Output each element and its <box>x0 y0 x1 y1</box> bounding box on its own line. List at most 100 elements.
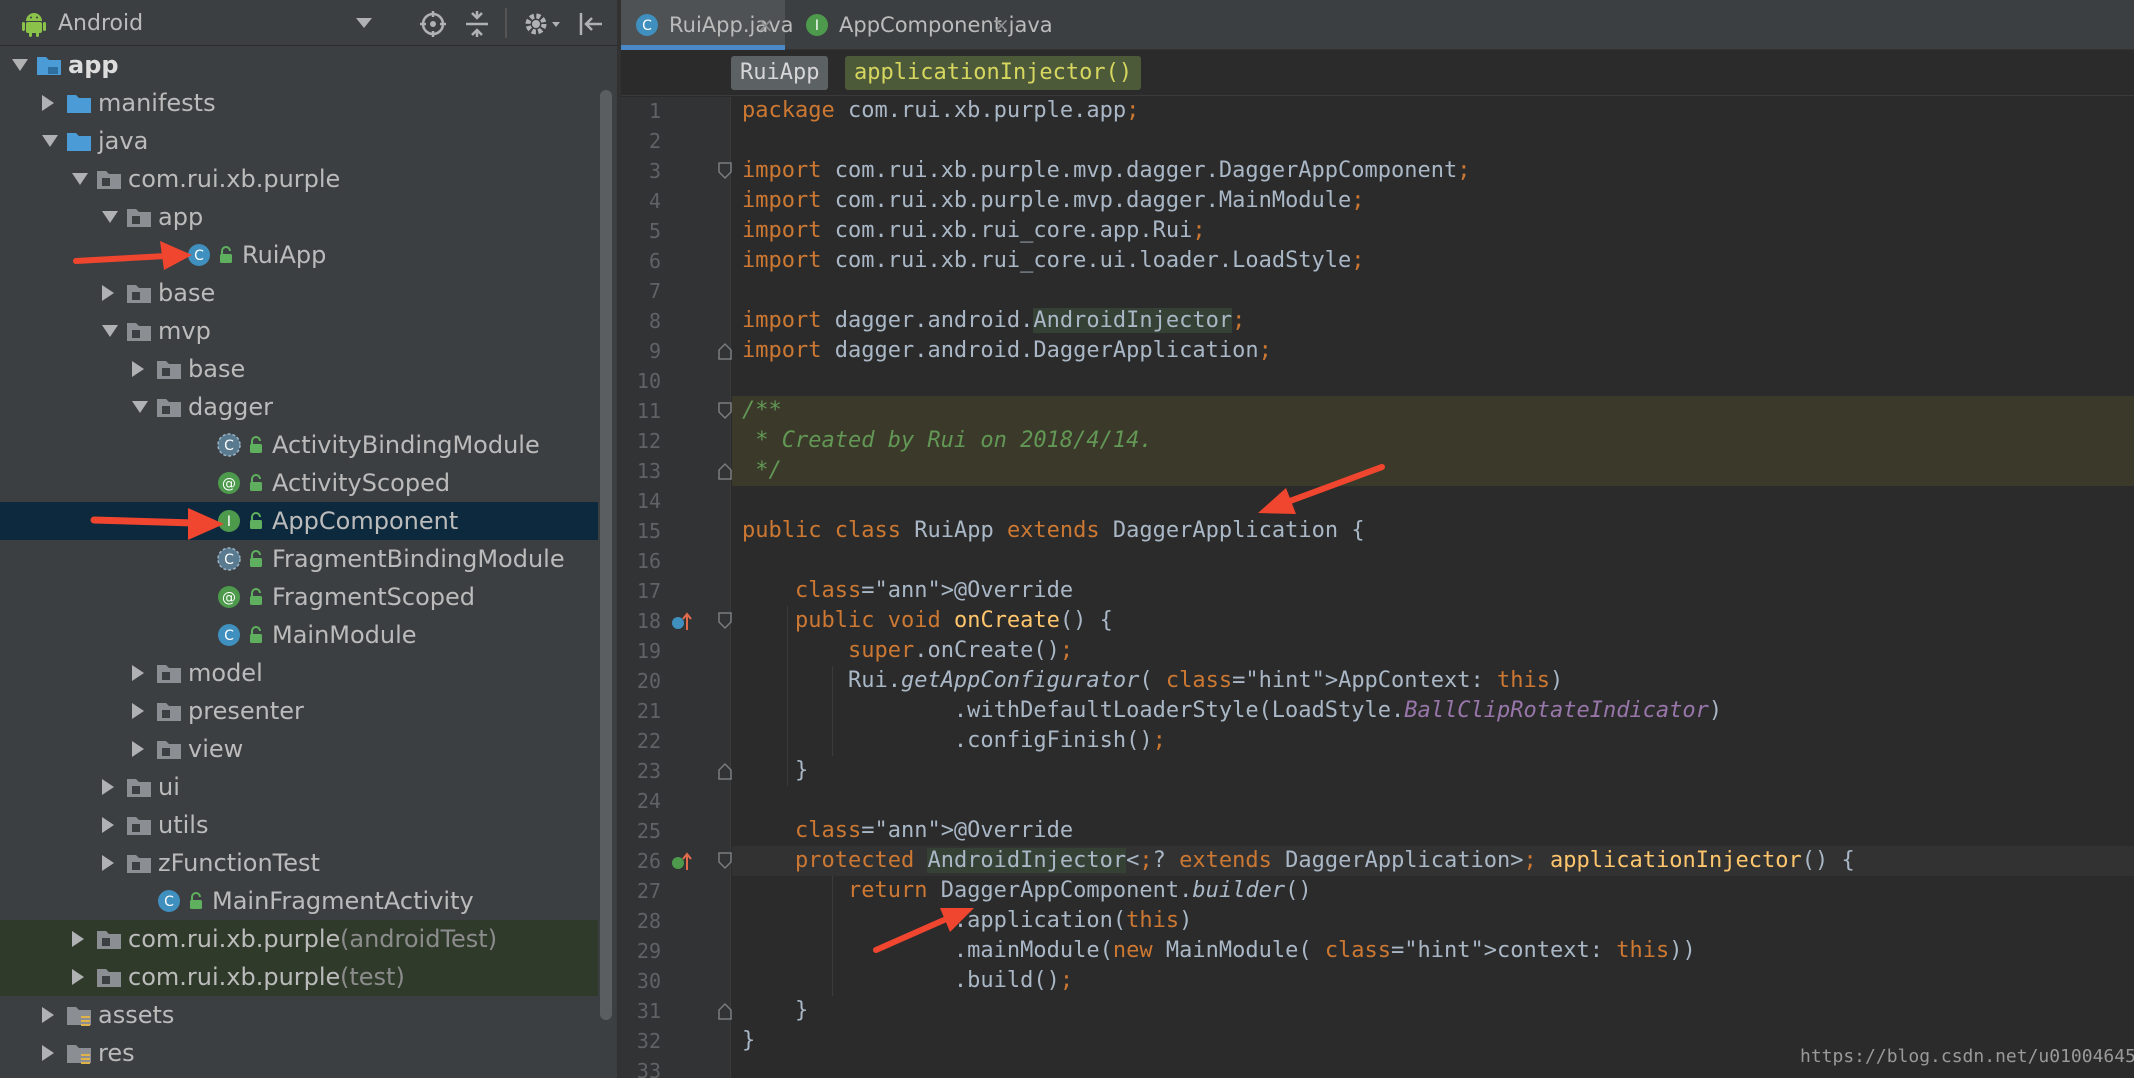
code-line[interactable]: .withDefaultLoaderStyle(LoadStyle.BallCl… <box>732 696 2134 726</box>
tree-item[interactable]: presenter <box>0 692 598 730</box>
code-line[interactable]: import dagger.android.AndroidInjector; <box>732 306 2134 336</box>
tree-item[interactable]: @ FragmentScoped <box>0 578 598 616</box>
code-line[interactable] <box>732 786 2134 816</box>
fold-icon[interactable] <box>717 162 733 180</box>
editor-tab[interactable]: I AppComponent.java × <box>791 0 1053 50</box>
tree-item[interactable]: model <box>0 654 598 692</box>
tree-item[interactable]: java <box>0 122 598 160</box>
code-line[interactable]: import com.rui.xb.purple.mvp.dagger.Main… <box>732 186 2134 216</box>
chevron-right-icon[interactable] <box>72 969 84 985</box>
tree-item[interactable]: utils <box>0 806 598 844</box>
chevron-right-icon[interactable] <box>42 95 54 111</box>
chevron-right-icon[interactable] <box>72 931 84 947</box>
code-line[interactable] <box>732 546 2134 576</box>
code-line[interactable]: * Created by Rui on 2018/4/14. <box>732 426 2134 456</box>
code-line[interactable]: */ <box>732 456 2134 486</box>
fold-icon[interactable] <box>717 1002 733 1020</box>
tree-item[interactable]: app <box>0 46 598 84</box>
code-line[interactable] <box>732 486 2134 516</box>
code-line[interactable]: } <box>732 756 2134 786</box>
tree-item[interactable]: C MainModule <box>0 616 598 654</box>
close-icon[interactable]: × <box>757 0 774 50</box>
chevron-right-icon[interactable] <box>132 741 144 757</box>
code-line[interactable]: public class RuiApp extends DaggerApplic… <box>732 516 2134 546</box>
chevron-right-icon[interactable] <box>132 703 144 719</box>
tree-item[interactable]: base <box>0 274 598 312</box>
code-line[interactable]: public void onCreate() { <box>732 606 2134 636</box>
view-selector[interactable]: Android <box>58 11 143 36</box>
override-marker-icon[interactable] <box>671 850 693 872</box>
code-line[interactable]: import com.rui.xb.purple.mvp.dagger.Dagg… <box>732 156 2134 186</box>
tree-item[interactable]: zFunctionTest <box>0 844 598 882</box>
code-line[interactable]: /** <box>732 396 2134 426</box>
tree-item[interactable]: com.rui.xb.purple (test) <box>0 958 598 996</box>
code-line[interactable]: import com.rui.xb.rui_core.ui.loader.Loa… <box>732 246 2134 276</box>
fold-icon[interactable] <box>717 612 733 630</box>
close-icon[interactable]: × <box>993 0 1010 50</box>
code-line[interactable]: import com.rui.xb.rui_core.app.Rui; <box>732 216 2134 246</box>
tree-item[interactable]: @ ActivityScoped <box>0 464 598 502</box>
project-tree-scrollbar[interactable] <box>600 90 612 1020</box>
chevron-right-icon[interactable] <box>102 817 114 833</box>
tree-item[interactable]: C MainFragmentActivity <box>0 882 598 920</box>
chevron-right-icon[interactable] <box>132 361 144 377</box>
code-line[interactable]: return DaggerAppComponent.builder() <box>732 876 2134 906</box>
fold-icon[interactable] <box>717 852 733 870</box>
hide-panel-icon[interactable] <box>576 9 606 39</box>
chevron-down-icon[interactable] <box>12 59 28 71</box>
tree-item[interactable]: res <box>0 1034 598 1072</box>
code-line[interactable]: .application(this) <box>732 906 2134 936</box>
tree-item[interactable]: manifests <box>0 84 598 122</box>
project-tree[interactable]: app manifests java com.rui.xb.purple app C Rui… <box>0 46 598 1078</box>
chevron-right-icon[interactable] <box>42 1045 54 1061</box>
tree-item[interactable]: C ActivityBindingModule <box>0 426 598 464</box>
chevron-right-icon[interactable] <box>102 855 114 871</box>
code-line[interactable]: class="ann">@Override <box>732 576 2134 606</box>
tree-item[interactable]: I AppComponent <box>0 502 598 540</box>
chevron-down-icon[interactable] <box>132 401 148 413</box>
breadcrumb-method[interactable]: applicationInjector() <box>845 56 1142 90</box>
code-line[interactable] <box>732 276 2134 306</box>
code-line[interactable]: super.onCreate(); <box>732 636 2134 666</box>
chevron-down-icon[interactable] <box>72 173 88 185</box>
override-marker-icon[interactable] <box>671 610 693 632</box>
chevron-down-icon[interactable] <box>102 325 118 337</box>
breadcrumb-class[interactable]: RuiApp <box>731 56 829 90</box>
tree-item[interactable]: C FragmentBindingModule <box>0 540 598 578</box>
chevron-right-icon[interactable] <box>42 1007 54 1023</box>
tree-item[interactable]: ui <box>0 768 598 806</box>
chevron-down-icon[interactable] <box>356 18 372 28</box>
gear-icon[interactable] <box>522 9 562 39</box>
tree-item[interactable]: view <box>0 730 598 768</box>
chevron-right-icon[interactable] <box>132 665 144 681</box>
fold-icon[interactable] <box>717 762 733 780</box>
fold-icon[interactable] <box>717 342 733 360</box>
code-line[interactable]: } <box>732 996 2134 1026</box>
tree-item[interactable]: com.rui.xb.purple <box>0 160 598 198</box>
code-line[interactable]: import dagger.android.DaggerApplication; <box>732 336 2134 366</box>
code-line[interactable]: .mainModule(new MainModule( class="hint"… <box>732 936 2134 966</box>
tree-item[interactable]: C RuiApp <box>0 236 598 274</box>
code-line[interactable]: package com.rui.xb.purple.app; <box>732 97 2134 126</box>
code-line[interactable]: Rui.getAppConfigurator( class="hint">App… <box>732 666 2134 696</box>
code-area[interactable]: package com.rui.xb.purple.app; import com… <box>732 97 2134 1078</box>
chevron-down-icon[interactable] <box>42 135 58 147</box>
line-number-gutter[interactable]: 1 2 3 4 5 6 7 8 9 10 11 12 13 14 15 16 17 18 19 20 21 22 23 24 2… <box>621 97 733 1078</box>
tree-item[interactable]: dagger <box>0 388 598 426</box>
editor-tab[interactable]: C RuiApp.java × <box>621 0 794 50</box>
fold-icon[interactable] <box>717 402 733 420</box>
fold-icon[interactable] <box>717 462 733 480</box>
chevron-right-icon[interactable] <box>102 779 114 795</box>
chevron-right-icon[interactable] <box>102 285 114 301</box>
code-line[interactable]: .configFinish(); <box>732 726 2134 756</box>
tree-item[interactable]: base <box>0 350 598 388</box>
chevron-down-icon[interactable] <box>102 211 118 223</box>
collapse-all-icon[interactable] <box>462 9 492 39</box>
tree-item[interactable]: com.rui.xb.purple (androidTest) <box>0 920 598 958</box>
code-line[interactable] <box>732 366 2134 396</box>
tree-item[interactable]: mvp <box>0 312 598 350</box>
tree-item[interactable]: app <box>0 198 598 236</box>
code-line[interactable]: class="ann">@Override <box>732 816 2134 846</box>
code-line[interactable] <box>732 126 2134 156</box>
target-icon[interactable] <box>418 9 448 39</box>
